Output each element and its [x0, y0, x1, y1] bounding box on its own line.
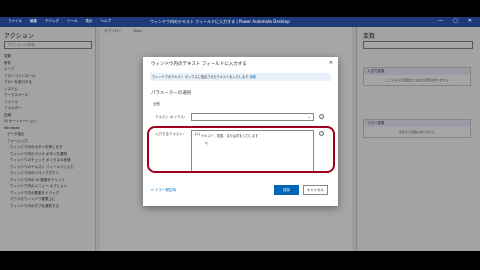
window-title: ウィンドウ内のテキスト フィールドに入力する | Power Automate …: [150, 19, 290, 24]
on-error-label: エラー発生時: [155, 188, 177, 192]
chevron-down-icon: ⌄: [307, 114, 311, 119]
maximize-icon[interactable]: ▢: [453, 18, 458, 24]
letterbox-bottom: [0, 251, 480, 270]
menu-tools[interactable]: ツール: [67, 19, 78, 24]
title-bar: ファイル 編集 デバッグ ツール 表示 ヘルプ ウィンドウ内のテキスト フィール…: [0, 17, 480, 27]
minimize-icon[interactable]: —: [438, 18, 443, 24]
textbox-select[interactable]: ⌄: [191, 113, 314, 121]
menu-file[interactable]: ファイル: [8, 19, 22, 24]
textbox-label: テキスト ボックス:: [155, 115, 186, 119]
close-icon[interactable]: ✕: [329, 60, 333, 66]
params-heading: パラメーターの選択: [151, 91, 192, 96]
dialog-title: ウィンドウ内のテキスト フィールドに入力する: [151, 62, 247, 67]
highlight-annotation: [147, 126, 335, 173]
save-button[interactable]: 保存: [274, 185, 299, 195]
menu-help[interactable]: ヘルプ: [101, 19, 112, 24]
cancel-button[interactable]: キャンセル: [303, 185, 328, 195]
info-banner: ウィンドウのテキスト ボックスに指定されたテキストを入力します 詳細: [150, 73, 331, 81]
menu-bar: ファイル 編集 デバッグ ツール 表示 ヘルプ: [8, 19, 111, 24]
close-window-icon[interactable]: ✕: [468, 18, 472, 24]
on-error-link[interactable]: ⊙ エラー発生時: [151, 188, 176, 193]
info-text: ウィンドウのテキスト ボックスに指定されたテキストを入力します: [152, 75, 250, 79]
window-controls: — ▢ ✕: [438, 18, 472, 24]
info-more-link[interactable]: 詳細: [249, 75, 255, 79]
textbox-help-icon[interactable]: ⓘ: [319, 114, 324, 120]
letterbox-top: [0, 0, 480, 17]
general-heading: 全般: [153, 102, 160, 106]
menu-edit[interactable]: 編集: [30, 19, 37, 24]
menu-view[interactable]: 表示: [86, 19, 93, 24]
menu-debug[interactable]: デバッグ: [45, 19, 59, 24]
